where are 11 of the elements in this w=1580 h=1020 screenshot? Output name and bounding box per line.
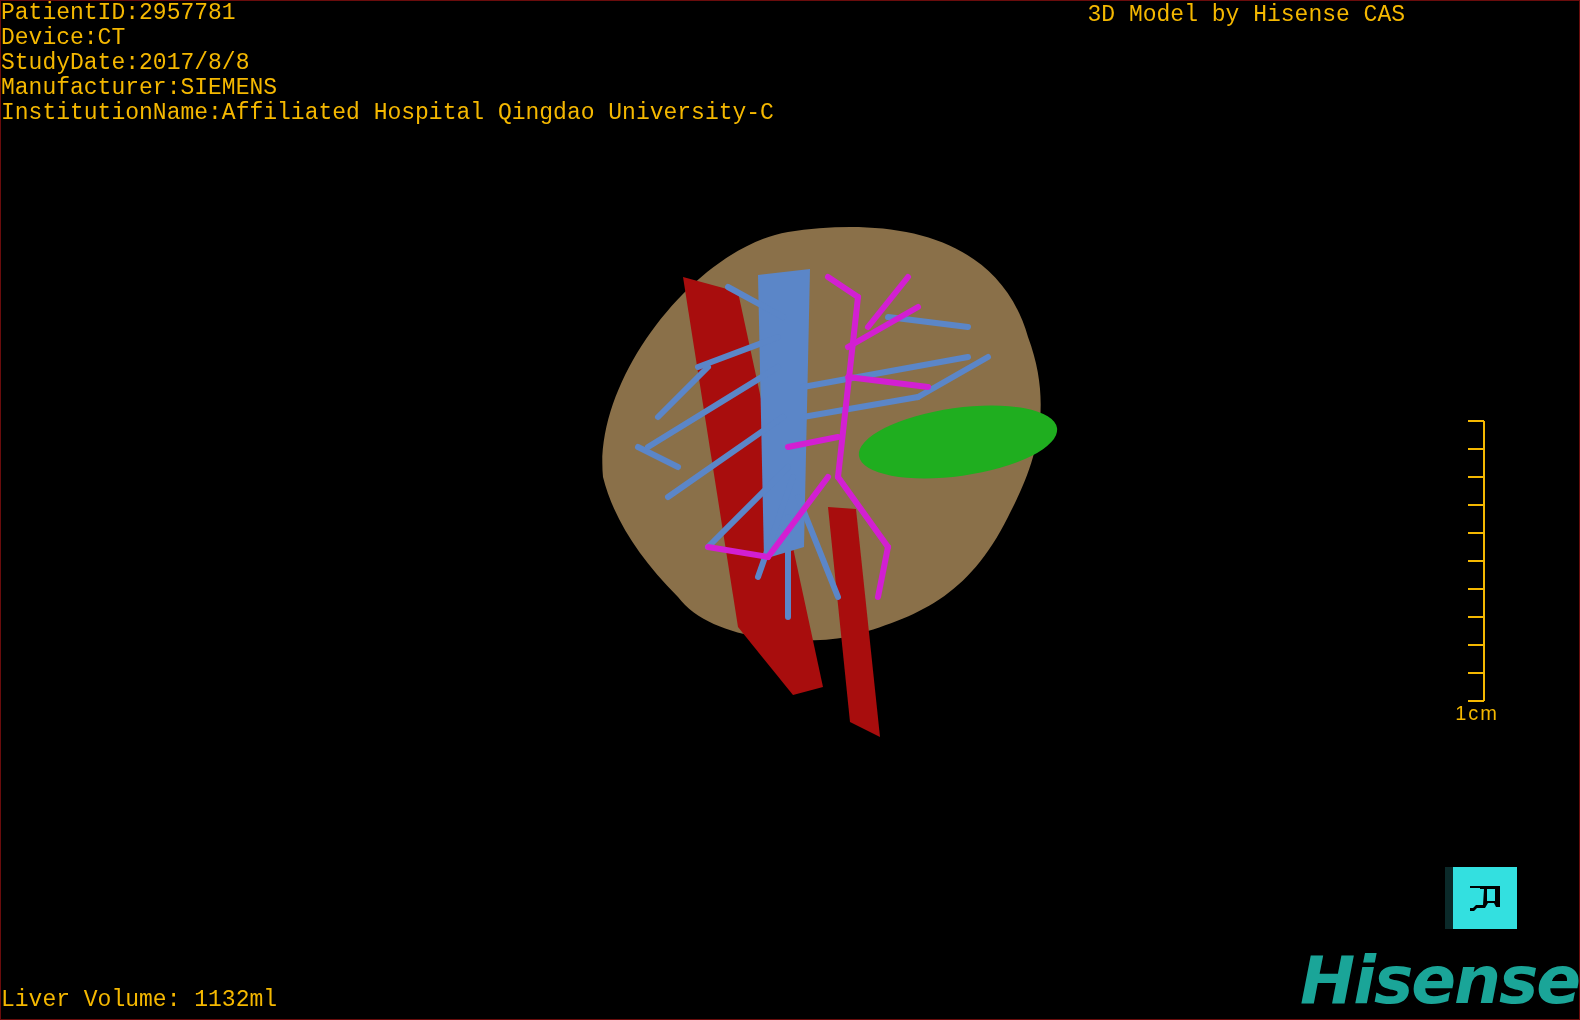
study-info-text: InstitutionName:Affiliated Hospital Qingdao University-C [1, 101, 774, 126]
shape-icon [1468, 883, 1502, 913]
liver-volume-text: Liver Volume: 1132ml [1, 988, 278, 1013]
study-info-text: Device:CT [1, 26, 127, 51]
tool-button[interactable] [1445, 867, 1517, 929]
scale-label: 1cm [1455, 701, 1499, 724]
study-info-text: StudyDate:2017/8/8 [1, 51, 251, 76]
viewer-title: 3D Model by Hisense CAS [1087, 3, 1405, 28]
study-info-text: Manufacturer:SIEMENS [1, 76, 279, 101]
brand-logo: Hisense [1300, 943, 1579, 1019]
study-info-text: PatientID:2957781 [1, 1, 237, 26]
